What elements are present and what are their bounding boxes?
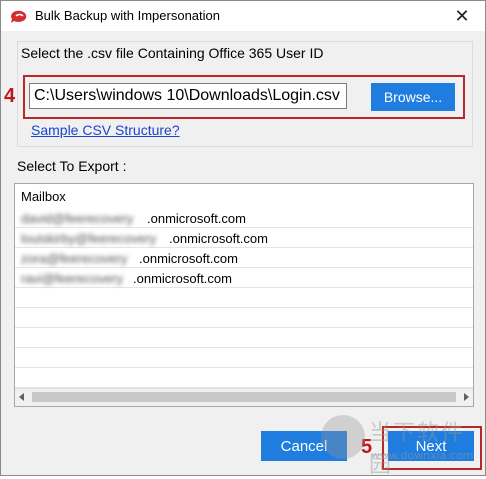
export-section-label: Select To Export : — [17, 158, 127, 174]
scroll-left-icon[interactable] — [19, 393, 24, 401]
browse-button[interactable]: Browse... — [371, 83, 455, 111]
annotation-step-4: 4 — [4, 85, 16, 107]
watermark-logo-icon — [321, 415, 365, 459]
empty-row — [15, 288, 473, 308]
close-button[interactable]: ✕ — [439, 1, 485, 31]
close-icon: ✕ — [454, 5, 470, 26]
mailbox-column-header: Mailbox — [21, 189, 66, 204]
scrollbar-thumb[interactable] — [32, 392, 456, 402]
mailbox-local-part: ravi@feerecovery — [21, 271, 124, 286]
empty-row — [15, 308, 473, 328]
mailbox-domain: .onmicrosoft.com — [169, 231, 268, 246]
list-item[interactable]: louiskirby@feerecovery .onmicrosoft.com — [15, 228, 473, 248]
list-item[interactable]: david@feerecovery .onmicrosoft.com — [15, 208, 473, 228]
mailbox-list[interactable]: Mailbox david@feerecovery .onmicrosoft.c… — [14, 183, 474, 407]
mailbox-domain: .onmicrosoft.com — [139, 251, 238, 266]
app-logo-icon — [11, 10, 27, 23]
watermark: 当下软件园 www.downxia.com — [321, 413, 485, 478]
empty-row — [15, 328, 473, 348]
csv-section-label: Select the .csv file Containing Office 3… — [21, 45, 324, 61]
watermark-title: 当下软件园 — [369, 421, 466, 478]
mailbox-local-part: zora@feerecovery — [21, 251, 128, 266]
window-title: Bulk Backup with Impersonation — [35, 8, 220, 23]
mailbox-local-part: louiskirby@feerecovery — [21, 231, 157, 246]
list-item[interactable]: ravi@feerecovery .onmicrosoft.com — [15, 268, 473, 288]
mailbox-local-part: david@feerecovery — [21, 211, 134, 226]
sample-csv-link[interactable]: Sample CSV Structure? — [31, 122, 180, 138]
list-item[interactable]: zora@feerecovery .onmicrosoft.com — [15, 248, 473, 268]
empty-row — [15, 368, 473, 388]
title-bar: Bulk Backup with Impersonation ✕ — [1, 1, 485, 31]
csv-path-input[interactable] — [29, 83, 347, 109]
mailbox-domain: .onmicrosoft.com — [133, 271, 232, 286]
dialog-window: Bulk Backup with Impersonation ✕ Select … — [0, 0, 486, 478]
scroll-right-icon[interactable] — [464, 393, 469, 401]
horizontal-scrollbar[interactable] — [15, 388, 473, 406]
mailbox-domain: .onmicrosoft.com — [147, 211, 246, 226]
empty-row — [15, 348, 473, 368]
watermark-url: www.downxia.com — [371, 449, 474, 462]
